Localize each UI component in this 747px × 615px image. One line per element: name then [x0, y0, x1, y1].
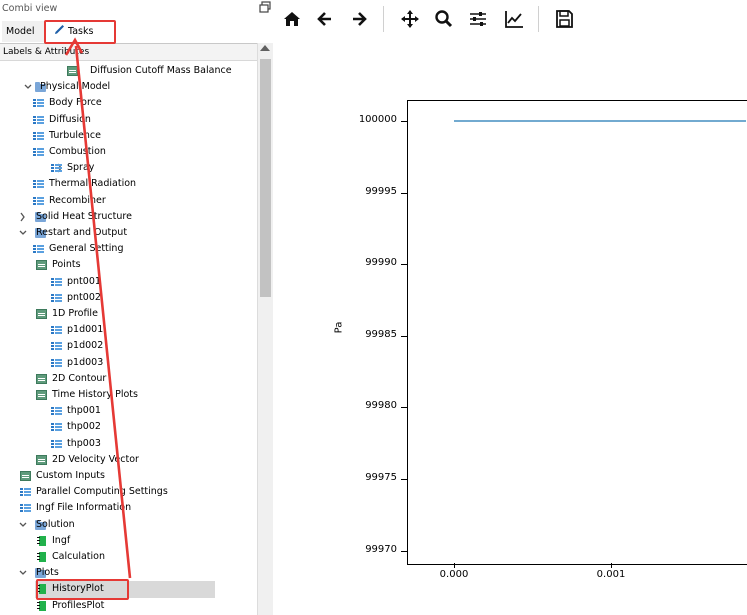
series-layer — [454, 120, 746, 122]
